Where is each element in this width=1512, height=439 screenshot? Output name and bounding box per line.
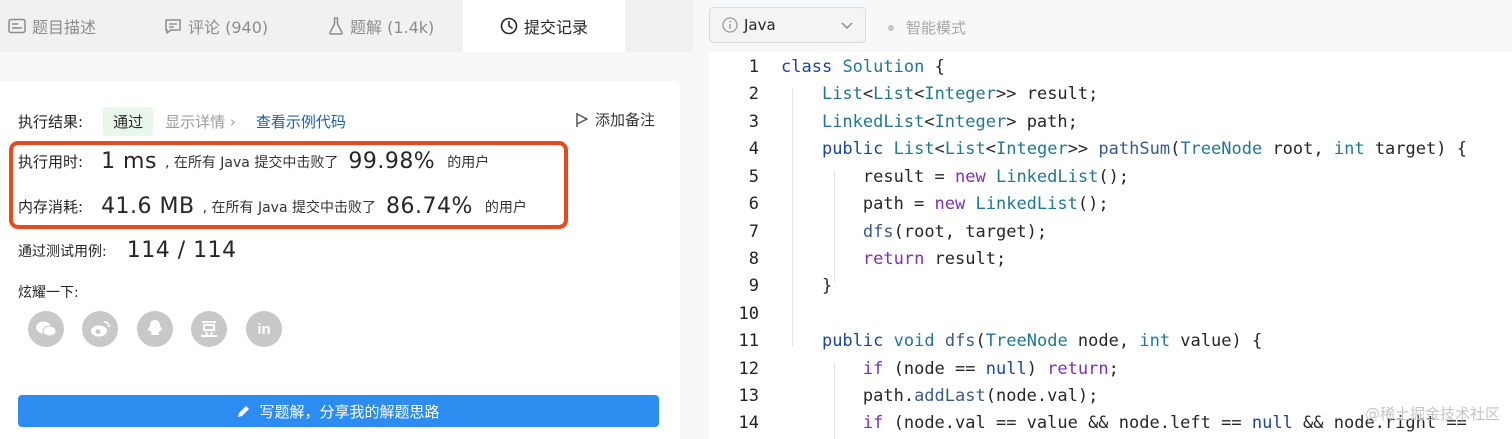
qq-icon[interactable] [137, 311, 173, 347]
tab-solutions-label: 题解 (1.4k) [350, 18, 435, 37]
write-solution-button[interactable]: 写题解，分享我的解题思路 [18, 395, 659, 427]
pane-divider[interactable] [693, 0, 709, 439]
example-code-link[interactable]: 查看示例代码 [256, 111, 346, 132]
clock-icon [500, 17, 518, 35]
code-line: 9 } [748, 276, 833, 296]
language-value: Java [744, 16, 776, 34]
chevron-down-icon [841, 16, 853, 34]
code-line: 3 LinkedList<Integer> path; [748, 112, 1078, 132]
tests-label: 通过测试用例: [18, 243, 107, 260]
linkedin-icon[interactable]: in [246, 311, 282, 347]
code-line: 10 [738, 304, 759, 324]
wechat-icon[interactable] [28, 311, 64, 347]
flask-icon [329, 17, 343, 35]
code-line: 2 List<List<Integer>> result; [748, 84, 1099, 104]
code-line: 4 public List<List<Integer>> pathSum(Tre… [748, 139, 1467, 159]
tab-description[interactable]: 题目描述 [8, 0, 128, 52]
tab-comments-label: 评论 (940) [188, 18, 269, 37]
share-row: 炫耀一下: [18, 282, 79, 302]
tests-value: 114 / 114 [126, 238, 237, 263]
code-line: 1 class Solution { [748, 57, 945, 77]
code-line: 11 public void dfs(TreeNode node, int va… [738, 331, 1263, 351]
code-line: 8 return result; [748, 249, 1007, 269]
weibo-icon[interactable] [82, 311, 118, 347]
tests-row: 通过测试用例: 114 / 114 [18, 238, 237, 263]
status-dot [888, 24, 894, 31]
status-badge: 通过 [103, 107, 154, 136]
add-note-button[interactable]: 添加备注 [575, 109, 655, 130]
douban-icon[interactable] [191, 311, 227, 347]
result-label: 执行结果: [18, 113, 84, 131]
smart-mode-label: 智能模式 [906, 19, 967, 37]
code-line: 12 if (node == null) return; [738, 359, 1119, 379]
write-solution-label: 写题解，分享我的解题思路 [259, 402, 440, 421]
tab-submissions[interactable]: 提交记录 [463, 0, 625, 52]
comment-icon [165, 18, 181, 34]
flag-icon [576, 112, 588, 127]
language-select[interactable]: Java [709, 7, 866, 43]
smart-mode-toggle[interactable]: 智能模式 [888, 17, 966, 38]
performance-highlight [9, 141, 568, 229]
tab-solutions[interactable]: 题解 (1.4k) [328, 0, 458, 52]
code-line: 13 path.addLast(node.val); [738, 386, 1099, 406]
show-details-link[interactable]: 显示详情 › [165, 111, 236, 132]
watermark: @稀土掘金技术社区 [1364, 405, 1500, 423]
info-icon [722, 17, 738, 33]
add-note-label: 添加备注 [594, 111, 655, 129]
description-icon [8, 18, 26, 34]
tab-submissions-label: 提交记录 [523, 18, 588, 37]
pencil-icon [238, 406, 250, 417]
code-line: 5 result = new LinkedList(); [748, 167, 1130, 187]
result-row: 执行结果: 通过 显示详情 › 查看示例代码 [18, 107, 346, 136]
tab-description-label: 题目描述 [32, 18, 97, 37]
code-line: 14 if (node.val == value && node.left ==… [738, 413, 1467, 433]
tab-comments[interactable]: 评论 (940) [164, 0, 294, 52]
share-label: 炫耀一下: [18, 285, 79, 301]
code-line: 7 dfs(root, target); [748, 222, 1048, 242]
code-editor[interactable]: 1 class Solution { 2 List<List<Integer>> … [709, 52, 1512, 439]
code-line: 6 path = new LinkedList(); [748, 194, 1109, 214]
submission-panel: 题目描述 评论 (940) 题解 (1.4k) 提交记录 执行结果: 通过 显示… [0, 0, 693, 439]
tab-bar: 题目描述 评论 (940) 题解 (1.4k) 提交记录 [0, 0, 693, 52]
